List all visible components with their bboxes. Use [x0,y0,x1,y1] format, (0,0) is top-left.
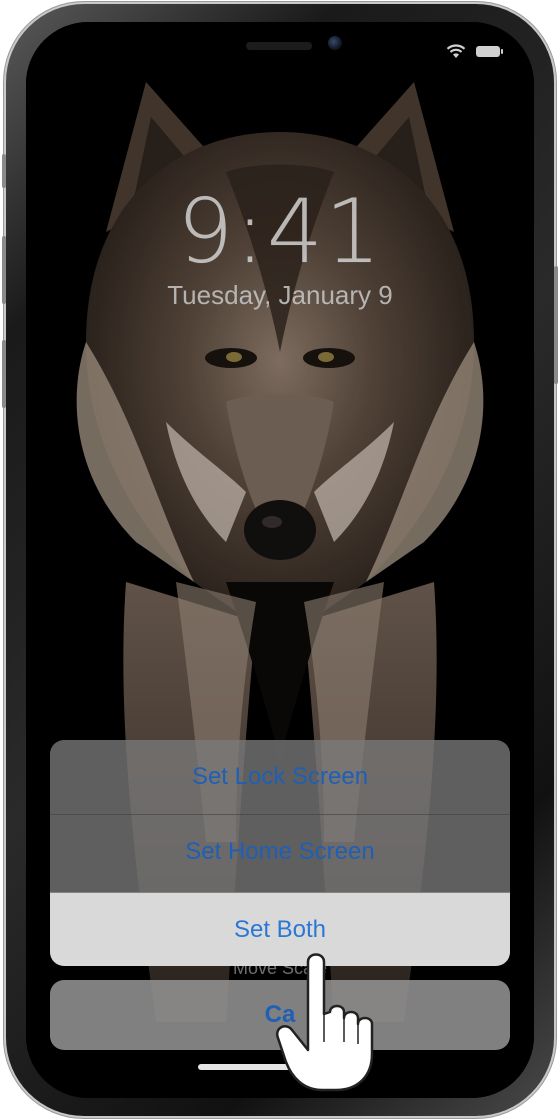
earpiece-speaker [246,42,312,50]
status-bar [446,44,503,59]
set-home-screen-button[interactable]: Set Home Screen [50,814,510,889]
notch [148,22,412,72]
volume-down-button [2,340,6,408]
wifi-icon [446,44,466,58]
lock-screen-time: 9:41 [177,180,383,284]
mute-switch [2,154,6,188]
front-camera [328,36,342,50]
iphone-frame: 9:41 Tuesday, January 9 Set Lock Screen … [2,4,558,1116]
side-power-button [554,266,558,384]
tap-hand-icon [275,953,374,1092]
battery-icon [476,46,503,57]
screen: 9:41 Tuesday, January 9 Set Lock Screen … [26,22,534,1098]
lock-screen-date: Tuesday, January 9 [167,280,393,310]
wallpaper-action-sheet: Set Lock Screen Set Home Screen Set Both [50,740,510,966]
volume-up-button [2,236,6,304]
set-lock-screen-button[interactable]: Set Lock Screen [50,740,510,814]
